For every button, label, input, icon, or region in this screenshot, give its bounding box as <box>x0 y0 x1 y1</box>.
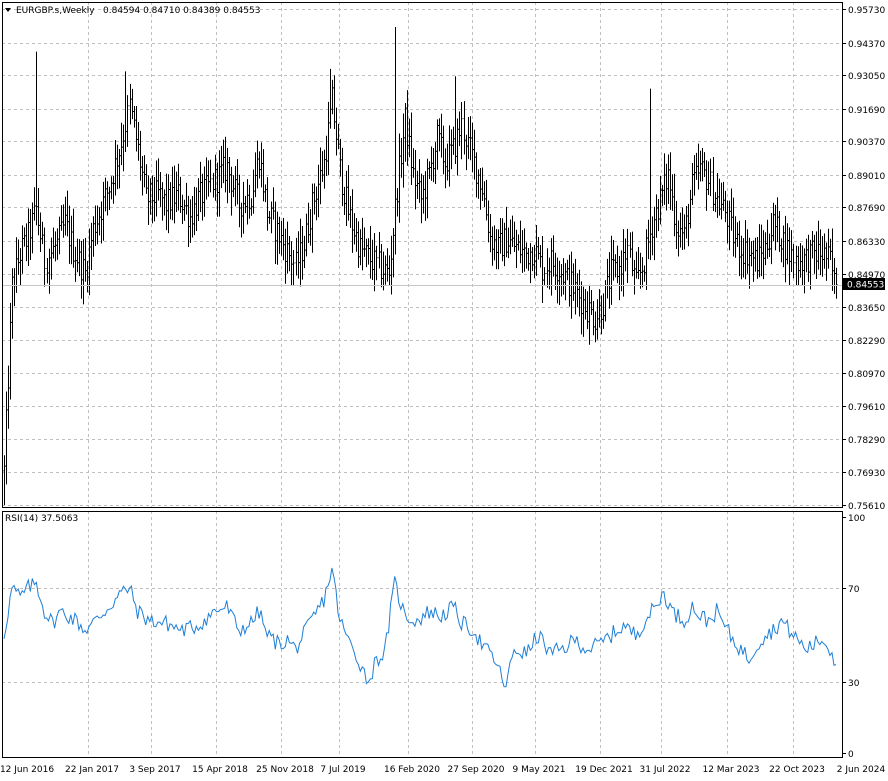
rsi-axis: 100 70 30 0 <box>842 514 865 760</box>
price-tick-label: 0.83650 <box>848 304 885 314</box>
price-tick-label: 0.79610 <box>848 403 885 413</box>
time-tick-label: 12 Mar 2023 <box>702 765 759 775</box>
price-bars <box>2 26 842 505</box>
rsi-tick-label: 70 <box>848 585 860 595</box>
time-tick-label: 15 Apr 2018 <box>192 765 248 775</box>
time-tick-label: 22 Jan 2017 <box>65 765 119 775</box>
price-tick-label: 0.76930 <box>848 469 885 479</box>
rsi-grid <box>2 511 842 757</box>
chart-canvas: 0.95730 0.94370 0.93050 0.91690 0.90370 0.890… <box>0 2 885 775</box>
rsi-series <box>3 567 837 688</box>
price-tick-label: 0.91690 <box>848 106 885 116</box>
price-tick-label: 0.86330 <box>848 238 885 248</box>
symbol-label: EURGBP.s,Weekly <box>16 6 95 16</box>
rsi-tick-label: 0 <box>848 750 854 760</box>
price-tick-label: 0.90370 <box>848 138 885 148</box>
rsi-label: RSI(14) 37.5063 <box>5 514 78 524</box>
rsi-line <box>3 567 837 688</box>
price-tick-label: 0.75610 <box>848 502 885 512</box>
price-tick-label: 0.87690 <box>848 204 885 214</box>
price-tick-label: 0.80970 <box>848 370 885 380</box>
time-tick-label: 7 Jul 2019 <box>320 765 365 775</box>
price-axis: 0.95730 0.94370 0.93050 0.91690 0.90370 0.890… <box>842 6 885 512</box>
time-tick-label: 22 Oct 2023 <box>769 765 825 775</box>
price-tick-label: 0.95730 <box>848 6 885 16</box>
time-tick-label: 9 May 2021 <box>513 765 566 775</box>
time-tick-label: 25 Nov 2018 <box>256 765 314 775</box>
time-axis: 12 Jun 2016 22 Jan 2017 3 Sep 2017 15 Apr 2… <box>0 765 885 775</box>
last-price-label: 0.84553 <box>847 281 884 291</box>
time-tick-label: 31 Jul 2022 <box>640 765 691 775</box>
rsi-tick-label: 100 <box>848 514 865 524</box>
price-grid <box>2 2 842 507</box>
price-tick-label: 0.94370 <box>848 40 885 50</box>
ohlc-readout: 0.84594 0.84710 0.84389 0.84553 <box>103 6 260 16</box>
time-tick-label: 3 Sep 2017 <box>129 765 180 775</box>
price-tick-label: 0.78290 <box>848 436 885 446</box>
time-tick-label: 19 Dec 2021 <box>575 765 633 775</box>
price-tick-label: 0.89010 <box>848 172 885 182</box>
panel-frames <box>2 2 843 758</box>
time-tick-label: 27 Sep 2020 <box>447 765 504 775</box>
rsi-tick-label: 30 <box>848 679 860 689</box>
price-panel-frame <box>2 2 843 508</box>
time-tick-label: 2 Jun 2024 <box>837 765 886 775</box>
time-tick-label: 16 Feb 2020 <box>384 765 440 775</box>
rsi-panel-frame <box>2 511 843 758</box>
price-tick-label: 0.82290 <box>848 337 885 347</box>
price-tick-label: 0.93050 <box>848 72 885 82</box>
time-tick-label: 12 Jun 2016 <box>0 765 54 775</box>
